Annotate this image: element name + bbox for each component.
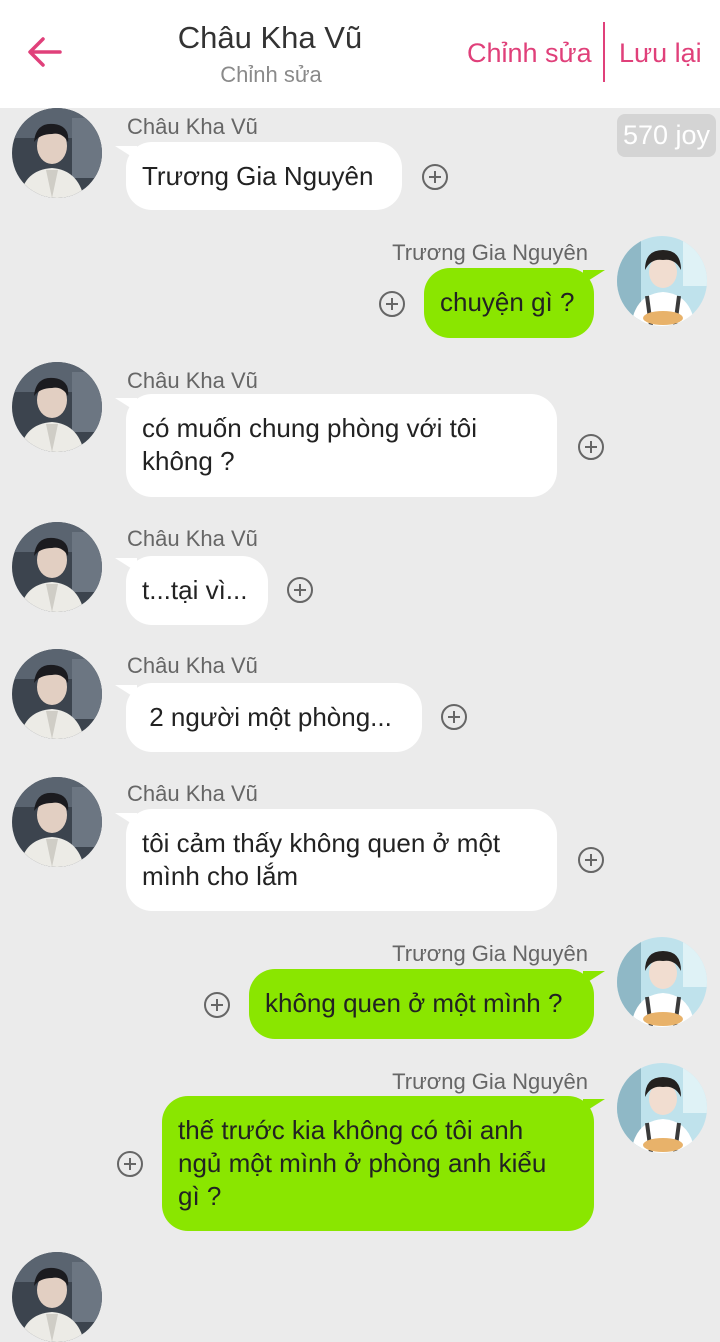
header-divider bbox=[603, 22, 605, 82]
avatar[interactable] bbox=[12, 522, 102, 612]
app-header: Châu Kha Vũ Chỉnh sửa Chỉnh sửa Lưu lại bbox=[0, 0, 720, 108]
sender-name: Châu Kha Vũ bbox=[127, 368, 258, 393]
message-item: Trương Gia Nguyên không quen ở một mình … bbox=[0, 933, 720, 1048]
add-reaction-icon[interactable] bbox=[578, 847, 604, 873]
message-item: Châu Kha Vũ có muốn chung phòng với tôi … bbox=[0, 362, 720, 502]
avatar[interactable] bbox=[617, 1063, 707, 1153]
message-item: Trương Gia Nguyên chuyện gì ? bbox=[0, 232, 720, 347]
avatar[interactable] bbox=[617, 236, 707, 326]
message-bubble[interactable]: chuyện gì ? bbox=[424, 268, 594, 338]
message-bubble[interactable]: không quen ở một mình ? bbox=[249, 969, 594, 1039]
add-reaction-icon[interactable] bbox=[422, 164, 448, 190]
add-reaction-icon[interactable] bbox=[441, 704, 467, 730]
avatar[interactable] bbox=[12, 1252, 102, 1342]
message-bubble[interactable]: tôi cảm thấy không quen ở một mình cho l… bbox=[126, 809, 557, 911]
message-bubble[interactable]: t...tại vì... bbox=[126, 556, 268, 625]
avatar[interactable] bbox=[12, 649, 102, 739]
add-reaction-icon[interactable] bbox=[117, 1151, 143, 1177]
add-reaction-icon[interactable] bbox=[578, 434, 604, 460]
message-bubble[interactable]: thế trước kia không có tôi anh ngủ một m… bbox=[162, 1096, 594, 1231]
joy-badge: 570 joy bbox=[617, 114, 716, 157]
edit-button[interactable]: Chỉnh sửa bbox=[467, 38, 592, 69]
message-item: Châu Kha Vũ Trương Gia Nguyên bbox=[0, 108, 720, 218]
sender-name: Châu Kha Vũ bbox=[127, 526, 258, 551]
sender-name: Trương Gia Nguyên bbox=[392, 941, 588, 966]
page-title: Châu Kha Vũ bbox=[177, 20, 363, 55]
save-button[interactable]: Lưu lại bbox=[619, 38, 702, 69]
sender-name: Châu Kha Vũ bbox=[127, 653, 258, 678]
avatar[interactable] bbox=[12, 108, 102, 198]
message-item: Châu Kha Vũ 2 người một phòng... bbox=[0, 647, 720, 757]
sender-name: Châu Kha Vũ bbox=[127, 114, 258, 139]
add-reaction-icon[interactable] bbox=[379, 291, 405, 317]
add-reaction-icon[interactable] bbox=[287, 577, 313, 603]
sender-name: Trương Gia Nguyên bbox=[392, 1069, 588, 1094]
message-item: Trương Gia Nguyên thế trước kia không có… bbox=[0, 1061, 720, 1236]
message-bubble[interactable]: Trương Gia Nguyên bbox=[126, 142, 402, 210]
message-item: Châu Kha Vũ t...tại vì... bbox=[0, 520, 720, 630]
message-item: Châu Kha Vũ tôi cảm thấy không quen ở mộ… bbox=[0, 775, 720, 915]
message-bubble[interactable]: có muốn chung phòng với tôi không ? bbox=[126, 394, 557, 497]
sender-name: Trương Gia Nguyên bbox=[392, 240, 588, 265]
avatar[interactable] bbox=[12, 777, 102, 867]
avatar[interactable] bbox=[12, 362, 102, 452]
page-subtitle: Chỉnh sửa bbox=[220, 62, 322, 87]
sender-name: Châu Kha Vũ bbox=[127, 781, 258, 806]
avatar[interactable] bbox=[617, 937, 707, 1027]
add-reaction-icon[interactable] bbox=[204, 992, 230, 1018]
message-bubble[interactable]: 2 người một phòng... bbox=[126, 683, 422, 752]
